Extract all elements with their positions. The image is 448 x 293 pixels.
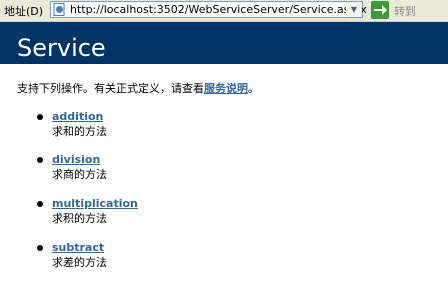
intro-prefix: 支持下列操作。有关正式定义，请查看 bbox=[17, 82, 204, 95]
url-text[interactable]: http://localhost:3502/WebServiceServer/S… bbox=[70, 3, 367, 16]
operation-link-subtract[interactable]: subtract bbox=[52, 241, 104, 254]
go-arrow-icon bbox=[371, 1, 389, 19]
operation-description: 求和的方法 bbox=[52, 125, 107, 138]
service-description-link[interactable]: 服务说明 bbox=[204, 82, 248, 95]
bullet-icon bbox=[37, 157, 43, 163]
bullet-icon bbox=[37, 245, 43, 251]
address-label: 地址(D) bbox=[4, 5, 44, 18]
page-icon bbox=[53, 3, 65, 16]
bullet-icon bbox=[37, 201, 43, 207]
intro-suffix: 。 bbox=[248, 82, 259, 95]
intro-text: 支持下列操作。有关正式定义，请查看服务说明。 bbox=[17, 80, 259, 96]
operation-link-division[interactable]: division bbox=[52, 153, 100, 166]
dropdown-arrow-icon[interactable]: ▼ bbox=[346, 2, 362, 17]
go-label: 转到 bbox=[394, 5, 416, 18]
operation-description: 求积的方法 bbox=[52, 212, 107, 225]
address-bar: 地址(D) http://localhost:3502/WebServiceSe… bbox=[0, 0, 448, 22]
operation-link-addition[interactable]: addition bbox=[52, 110, 103, 123]
page-title: Service bbox=[17, 34, 106, 62]
operation-description: 求商的方法 bbox=[52, 168, 107, 181]
bullet-icon bbox=[37, 114, 43, 120]
operation-description: 求差的方法 bbox=[52, 256, 107, 269]
operation-link-multiplication[interactable]: multiplication bbox=[52, 197, 138, 210]
address-input[interactable]: http://localhost:3502/WebServiceServer/S… bbox=[50, 1, 367, 18]
go-button[interactable]: 转到 bbox=[371, 1, 447, 20]
